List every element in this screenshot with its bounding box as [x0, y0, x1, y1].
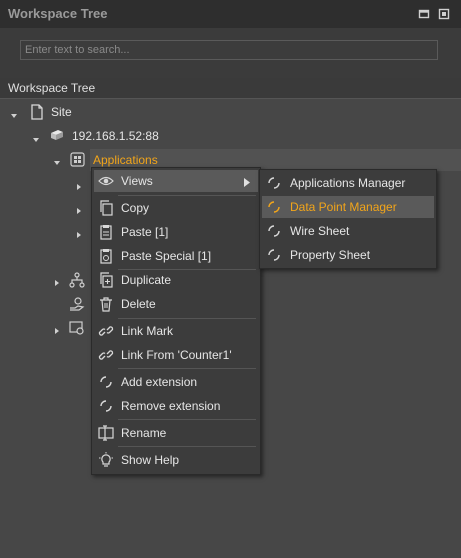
spinner-icon — [266, 199, 282, 215]
expand-caret-icon[interactable] — [53, 156, 61, 170]
menu-item-show-help[interactable]: Show Help — [94, 449, 258, 471]
menu-item-label: Views — [121, 174, 153, 188]
panel-title: Workspace Tree — [8, 6, 108, 21]
expand-caret-icon[interactable] — [75, 228, 83, 242]
copy-icon — [98, 200, 114, 216]
duplicate-icon — [98, 272, 114, 288]
spinner-icon — [266, 175, 282, 191]
submenu-item-label: Wire Sheet — [290, 224, 350, 238]
menu-item-delete[interactable]: Delete — [94, 293, 258, 315]
menu-item-label: Link From 'Counter1' — [121, 348, 232, 362]
menu-item-duplicate[interactable]: Duplicate — [94, 269, 258, 291]
expand-caret-icon[interactable] — [32, 133, 40, 147]
menu-item-paste-special[interactable]: Paste Special [1] — [94, 245, 258, 267]
tree-header-label: Workspace Tree — [8, 81, 96, 95]
expand-caret-icon[interactable] — [75, 204, 83, 218]
menu-separator — [118, 419, 256, 420]
search-input[interactable] — [21, 41, 437, 59]
menu-item-label: Paste Special [1] — [121, 249, 212, 263]
panel-titlebar: Workspace Tree — [0, 0, 461, 28]
bulb-icon — [98, 452, 114, 468]
submenu-item-label: Applications Manager — [290, 176, 406, 190]
submenu-item-applications-manager[interactable]: Applications Manager — [262, 172, 434, 194]
search-field[interactable] — [20, 40, 438, 60]
tree-item-applications[interactable]: Applications — [93, 153, 158, 167]
eye-icon — [98, 173, 114, 189]
menu-separator — [118, 318, 256, 319]
close-icon[interactable] — [438, 8, 450, 20]
tree-header: Workspace Tree — [0, 78, 461, 99]
applications-icon — [70, 152, 85, 170]
network-icon — [69, 272, 85, 291]
menu-item-label: Show Help — [121, 453, 180, 467]
tree-item-site[interactable]: Site — [51, 105, 72, 119]
maximize-icon[interactable] — [418, 8, 430, 20]
context-menu: Views Copy Paste [1] Paste Special [1] D… — [91, 167, 261, 475]
menu-item-copy[interactable]: Copy — [94, 197, 258, 219]
spinner-icon — [266, 223, 282, 239]
menu-item-label: Rename — [121, 426, 167, 440]
menu-item-label: Copy — [121, 201, 150, 215]
page-icon — [30, 104, 44, 123]
hand-gear-icon — [69, 296, 85, 315]
menu-item-views[interactable]: Views — [94, 170, 258, 192]
settings-window-icon — [69, 320, 85, 339]
submenu-item-label: Property Sheet — [290, 248, 371, 262]
rename-icon — [98, 425, 114, 441]
menu-item-label: Add extension — [121, 375, 198, 389]
submenu-item-data-point-manager[interactable]: Data Point Manager — [262, 196, 434, 218]
menu-item-link-mark[interactable]: Link Mark — [94, 320, 258, 342]
spinner-icon — [98, 374, 114, 390]
trash-icon — [98, 296, 114, 312]
paste-special-icon — [98, 248, 114, 264]
submenu-item-label: Data Point Manager — [290, 200, 397, 214]
link-icon — [98, 347, 114, 363]
paste-icon — [98, 224, 114, 240]
expand-caret-icon[interactable] — [10, 109, 18, 123]
link-icon — [98, 323, 114, 339]
spinner-icon — [98, 398, 114, 414]
submenu-item-property-sheet[interactable]: Property Sheet — [262, 244, 434, 266]
menu-item-label: Duplicate — [121, 273, 172, 287]
expand-caret-icon[interactable] — [53, 276, 61, 290]
submenu-arrow-icon — [244, 176, 250, 190]
menu-item-add-extension[interactable]: Add extension — [94, 371, 258, 393]
menu-separator — [118, 446, 256, 447]
expand-caret-icon[interactable] — [75, 180, 83, 194]
expand-caret-icon[interactable] — [53, 324, 61, 338]
menu-separator — [118, 368, 256, 369]
menu-item-link-from[interactable]: Link From 'Counter1' — [94, 344, 258, 366]
menu-separator — [118, 195, 256, 196]
spinner-icon — [266, 247, 282, 263]
menu-item-label: Delete — [121, 297, 156, 311]
menu-item-label: Remove extension — [121, 399, 221, 413]
views-submenu: Applications Manager Data Point Manager … — [259, 169, 437, 269]
tree-item-host[interactable]: 192.168.1.52:88 — [72, 129, 159, 143]
station-icon — [49, 127, 65, 146]
menu-item-label: Paste [1] — [121, 225, 169, 239]
submenu-item-wire-sheet[interactable]: Wire Sheet — [262, 220, 434, 242]
menu-item-rename[interactable]: Rename — [94, 422, 258, 444]
menu-item-remove-extension[interactable]: Remove extension — [94, 395, 258, 417]
menu-item-paste[interactable]: Paste [1] — [94, 221, 258, 243]
menu-item-label: Link Mark — [121, 324, 174, 338]
